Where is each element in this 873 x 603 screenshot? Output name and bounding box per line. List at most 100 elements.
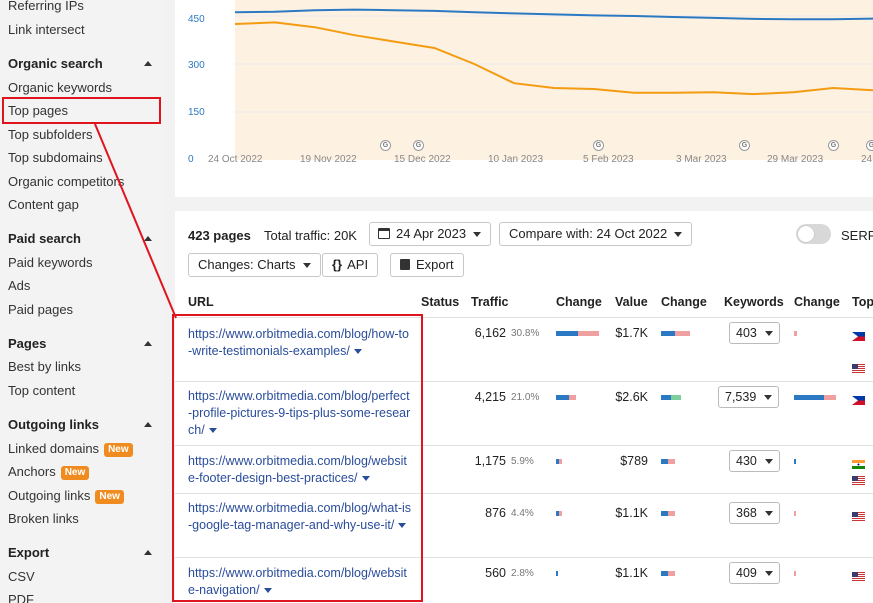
sidebar-item-label: Anchors — [8, 464, 56, 479]
keywords-dropdown[interactable]: 368 — [729, 502, 780, 524]
compare-label: Compare with: 24 Oct 2022 — [509, 226, 668, 241]
keywords-count: 403 — [736, 326, 757, 340]
sidebar-item-linked-domains[interactable]: Linked domains New — [8, 441, 133, 457]
sidebar-item-broken-links[interactable]: Broken links — [8, 511, 79, 527]
col-header-keywords[interactable]: Keywords — [724, 295, 784, 309]
x-tick-label: 3 Mar 2023 — [676, 154, 727, 165]
col-header-url[interactable]: URL — [188, 295, 214, 309]
changes-label: Changes: Charts — [198, 257, 296, 272]
sidebar-item-top-subdomains[interactable]: Top subdomains — [8, 150, 103, 166]
serp-toggle[interactable] — [796, 224, 831, 244]
collapse-up-icon[interactable] — [144, 550, 152, 555]
section-organic-search[interactable]: Organic search — [8, 56, 103, 72]
x-tick-label: 5 Feb 2023 — [583, 154, 634, 165]
pages-count: 423 pages — [188, 228, 251, 243]
sidebar-item-outgoing-links[interactable]: Outgoing links New — [8, 488, 124, 504]
section-outgoing-links[interactable]: Outgoing links — [8, 417, 99, 433]
col-header-traffic[interactable]: Traffic — [471, 295, 509, 309]
flag-us-icon — [852, 509, 865, 521]
sidebar-item-referring-ips[interactable]: Referring IPs — [8, 0, 84, 14]
collapse-up-icon[interactable] — [144, 422, 152, 427]
col-header-status[interactable]: Status — [421, 295, 459, 309]
flag-ph-icon — [852, 329, 865, 341]
traffic-chart-panel: 450 300 150 0 24 Oct 2022 19 Nov 2022 15… — [175, 0, 873, 197]
sidebar-item-anchors[interactable]: Anchors New — [8, 464, 90, 480]
keywords-dropdown[interactable]: 409 — [729, 562, 780, 584]
col-header-keywords-change[interactable]: Change — [794, 295, 840, 309]
x-tick-label: 19 Nov 2022 — [300, 154, 357, 165]
calendar-icon — [378, 228, 390, 239]
chevron-down-icon — [674, 232, 683, 237]
chevron-down-icon — [764, 395, 773, 400]
api-button[interactable]: {} API — [322, 253, 379, 277]
keywords-dropdown[interactable]: 430 — [729, 450, 780, 472]
traffic-percent: 4.4% — [511, 508, 534, 519]
keywords-count: 430 — [736, 454, 757, 468]
section-paid-search[interactable]: Paid search — [8, 231, 81, 247]
value-change-bar — [675, 331, 690, 336]
sidebar-item-link-intersect[interactable]: Link intersect — [8, 22, 85, 38]
sidebar-item-label: Linked domains — [8, 441, 100, 456]
flag-in-icon — [852, 457, 865, 469]
value-amount: $789 — [620, 454, 648, 468]
traffic-value: 4,215 — [474, 390, 506, 404]
sidebar-item-csv[interactable]: CSV — [8, 569, 35, 585]
col-header-value[interactable]: Value — [615, 295, 648, 309]
value-amount: $2.6K — [615, 390, 648, 404]
flag-us-icon — [852, 473, 865, 485]
flag-ph-icon — [852, 393, 865, 405]
export-button[interactable]: Export — [390, 253, 464, 277]
google-update-marker-icon[interactable]: G — [828, 140, 839, 151]
sidebar-item-organic-competitors[interactable]: Organic competitors — [8, 174, 124, 190]
google-update-marker-icon[interactable]: G — [866, 140, 873, 151]
col-header-traffic-change[interactable]: Change — [556, 295, 602, 309]
sidebar-item-ads[interactable]: Ads — [8, 278, 30, 294]
traffic-percent: 21.0% — [511, 392, 540, 403]
sidebar-item-top-subfolders[interactable]: Top subfolders — [8, 127, 93, 143]
sidebar-item-paid-keywords[interactable]: Paid keywords — [8, 255, 93, 271]
col-header-top[interactable]: Top — [852, 295, 873, 309]
keywords-change-bar — [794, 571, 796, 576]
traffic-percent: 30.8% — [511, 328, 540, 339]
sidebar-item-organic-keywords[interactable]: Organic keywords — [8, 80, 112, 96]
collapse-up-icon[interactable] — [144, 236, 152, 241]
keywords-dropdown[interactable]: 403 — [729, 322, 780, 344]
api-label: API — [347, 257, 369, 272]
sidebar-item-pdf[interactable]: PDF — [8, 592, 34, 603]
chevron-down-icon — [764, 511, 773, 516]
traffic-change-bar — [556, 571, 558, 576]
col-header-value-change[interactable]: Change — [661, 295, 707, 309]
changes-charts-button[interactable]: Changes: Charts — [188, 253, 321, 277]
google-update-marker-icon[interactable]: G — [593, 140, 604, 151]
sidebar-item-top-content[interactable]: Top content — [8, 383, 75, 399]
total-traffic: Total traffic: 20K — [264, 228, 357, 243]
braces-icon: {} — [332, 257, 343, 272]
sidebar-item-best-by-links[interactable]: Best by links — [8, 359, 81, 375]
section-pages[interactable]: Pages — [8, 336, 46, 352]
serp-label: SERP — [841, 228, 873, 243]
keywords-count: 7,539 — [725, 390, 757, 404]
collapse-up-icon[interactable] — [144, 61, 152, 66]
y-tick-label: 150 — [188, 107, 205, 118]
compare-with-button[interactable]: Compare with: 24 Oct 2022 — [499, 222, 693, 246]
keywords-count: 409 — [736, 566, 757, 580]
keywords-count: 368 — [736, 506, 757, 520]
value-change-bar — [661, 511, 668, 516]
keywords-change-bar — [794, 459, 796, 464]
date-picker-button[interactable]: 24 Apr 2023 — [369, 222, 492, 246]
google-update-marker-icon[interactable]: G — [380, 140, 391, 151]
sidebar-item-label: Outgoing links — [8, 488, 91, 503]
value-change-bar — [661, 459, 668, 464]
sidebar-item-paid-pages[interactable]: Paid pages — [8, 302, 73, 318]
value-change-bar — [661, 395, 671, 400]
chevron-down-icon — [302, 263, 311, 268]
traffic-change-bar — [556, 395, 569, 400]
value-amount: $1.7K — [615, 326, 648, 340]
collapse-up-icon[interactable] — [144, 341, 152, 346]
section-export[interactable]: Export — [8, 545, 49, 561]
keywords-dropdown[interactable]: 7,539 — [718, 386, 780, 408]
y-tick-label: 0 — [188, 154, 194, 165]
google-update-marker-icon[interactable]: G — [739, 140, 750, 151]
sidebar-item-content-gap[interactable]: Content gap — [8, 197, 79, 213]
google-update-marker-icon[interactable]: G — [413, 140, 424, 151]
